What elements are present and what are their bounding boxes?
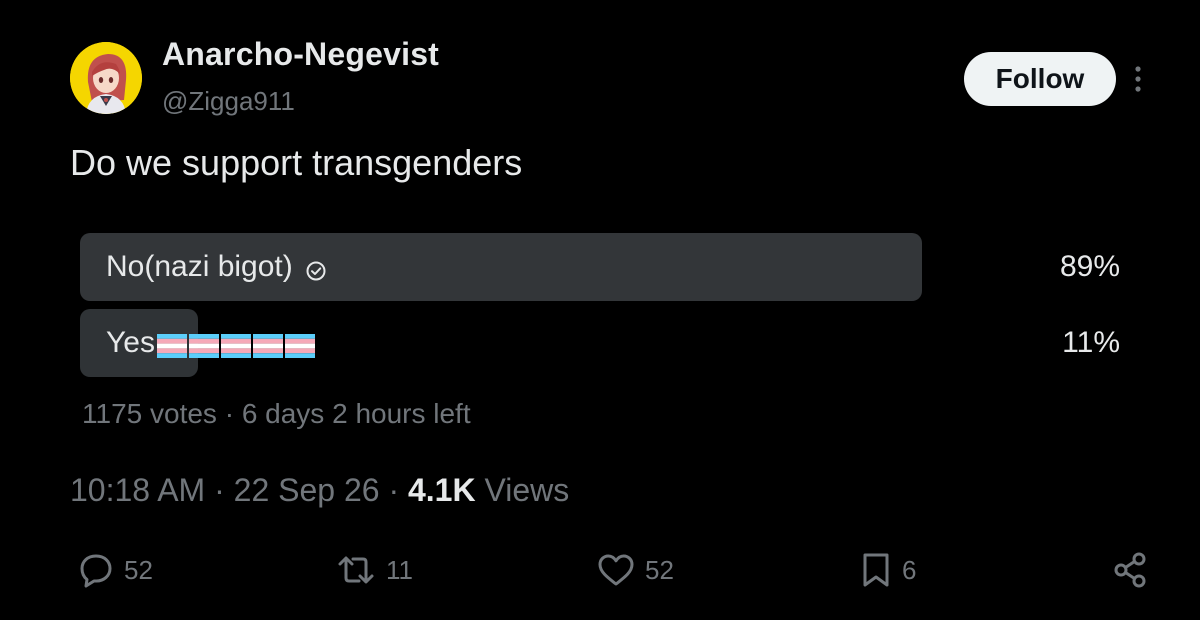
poll-option-percent: 11% bbox=[1062, 326, 1120, 359]
bookmark-count: 6 bbox=[902, 554, 917, 585]
user-handle[interactable]: @Zigga911 bbox=[162, 86, 295, 117]
transgender-flag-icon bbox=[188, 332, 219, 359]
poll-option-yes[interactable]: Yes 11% bbox=[80, 309, 1140, 377]
poll-votes: 1175 votes bbox=[82, 398, 217, 429]
poll-separator: · bbox=[224, 398, 235, 429]
poll-option-text: No(nazi bigot) bbox=[106, 250, 293, 283]
tweet: Anarcho-Negevist @Zigga911 Follow Do we … bbox=[0, 0, 1200, 620]
transgender-flag-icon bbox=[252, 332, 283, 359]
share-icon bbox=[1110, 550, 1152, 590]
repost-icon bbox=[334, 550, 378, 590]
poll-option-text: Yes bbox=[106, 326, 155, 359]
display-name[interactable]: Anarcho-Negevist bbox=[162, 36, 439, 73]
poll-option-label: No(nazi bigot) bbox=[106, 233, 327, 301]
like-count: 52 bbox=[645, 554, 674, 585]
reply-icon bbox=[76, 550, 116, 590]
reply-button[interactable]: 52 bbox=[76, 548, 153, 592]
meta-separator: · bbox=[214, 472, 225, 508]
meta-separator: · bbox=[388, 472, 400, 508]
tweet-time[interactable]: 10:18 AM bbox=[70, 472, 205, 508]
repost-count: 11 bbox=[386, 554, 413, 585]
share-button[interactable] bbox=[1110, 548, 1152, 592]
check-circle-icon bbox=[305, 256, 327, 281]
transgender-flags bbox=[155, 326, 315, 360]
like-button[interactable]: 52 bbox=[595, 548, 674, 592]
views-count[interactable]: 4.1K bbox=[408, 472, 476, 508]
anime-avatar-image bbox=[70, 42, 142, 114]
more-vertical-icon[interactable] bbox=[1128, 64, 1148, 94]
views-label: Views bbox=[484, 472, 570, 508]
heart-icon bbox=[595, 550, 637, 590]
tweet-timestamp: 10:18 AM · 22 Sep 26 · 4.1K Views bbox=[70, 472, 569, 509]
tweet-date[interactable]: 22 Sep 26 bbox=[234, 472, 380, 508]
avatar[interactable] bbox=[70, 42, 142, 114]
bookmark-button[interactable]: 6 bbox=[858, 548, 916, 592]
transgender-flag-icon bbox=[284, 332, 315, 359]
poll-option-label: Yes bbox=[106, 309, 315, 377]
poll-option-percent: 89% bbox=[1059, 250, 1120, 283]
transgender-flag-icon bbox=[220, 332, 251, 359]
repost-button[interactable]: 11 bbox=[334, 548, 413, 592]
tweet-text: Do we support transgenders bbox=[70, 142, 523, 183]
bookmark-icon bbox=[858, 550, 894, 590]
follow-button[interactable]: Follow bbox=[964, 52, 1116, 106]
reply-count: 52 bbox=[124, 554, 153, 585]
transgender-flag-icon bbox=[156, 332, 187, 359]
poll-meta: 1175 votes · 6 days 2 hours left bbox=[82, 398, 471, 430]
poll-time-left: 6 days 2 hours left bbox=[241, 398, 471, 429]
poll-option-no[interactable]: No(nazi bigot) 89% bbox=[80, 233, 1140, 301]
